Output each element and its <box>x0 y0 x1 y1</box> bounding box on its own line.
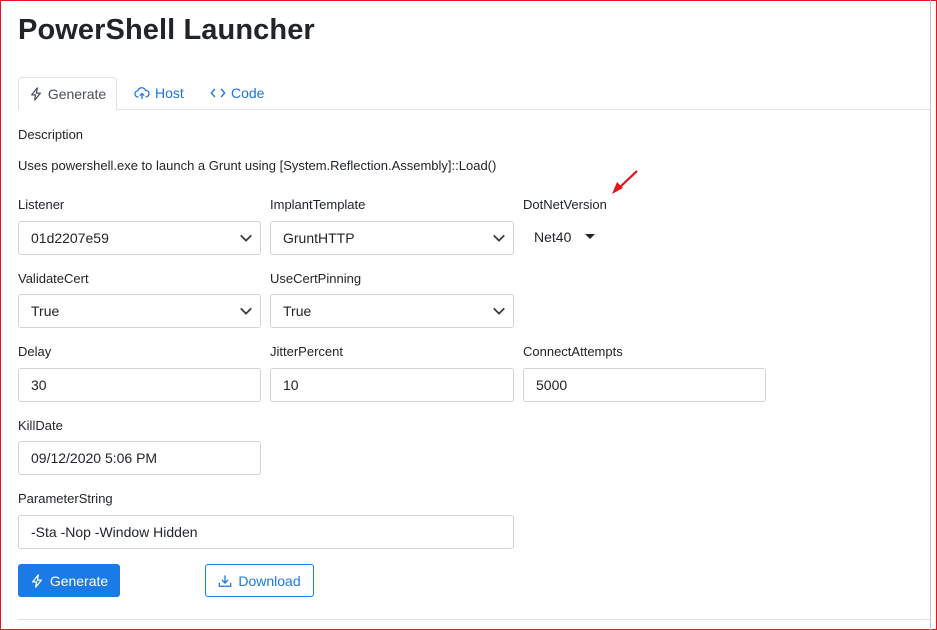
kill-date-label: KillDate <box>18 418 63 433</box>
connect-attempts-label: ConnectAttempts <box>523 344 623 359</box>
dotnet-version-label: DotNetVersion <box>523 197 607 212</box>
chevron-down-icon <box>493 234 505 242</box>
validate-cert-value: True <box>31 303 60 319</box>
delay-value: 30 <box>31 377 47 393</box>
cloud-upload-icon <box>134 87 150 100</box>
jitter-percent-value: 10 <box>283 377 299 393</box>
connect-attempts-value: 5000 <box>536 377 568 393</box>
jitter-percent-input[interactable]: 10 <box>270 368 514 402</box>
code-icon <box>210 88 226 98</box>
kill-date-value: 09/12/2020 5:06 PM <box>31 450 158 466</box>
red-arrow-annotation <box>612 170 638 194</box>
dotnet-version-value: Net40 <box>534 229 572 245</box>
tab-label: Code <box>231 85 265 101</box>
delay-label: Delay <box>18 344 52 359</box>
tabs-divider <box>18 109 930 110</box>
chevron-down-icon <box>240 234 252 242</box>
dotnet-version-dropdown[interactable]: Net40 <box>523 221 606 253</box>
connect-attempts-input[interactable]: 5000 <box>523 368 766 402</box>
download-button[interactable]: Download <box>205 564 314 597</box>
right-divider <box>930 0 931 630</box>
implant-template-select[interactable]: GruntHTTP <box>270 221 514 255</box>
tab-label: Generate <box>47 85 107 102</box>
implant-template-label: ImplantTemplate <box>270 197 366 212</box>
generate-button[interactable]: Generate <box>18 564 120 597</box>
chevron-down-icon <box>493 307 505 315</box>
parameter-string-value: -Sta -Nop -Window Hidden <box>31 524 198 540</box>
implant-template-value: GruntHTTP <box>283 230 355 246</box>
caret-down-icon <box>585 234 595 239</box>
delay-input[interactable]: 30 <box>18 368 261 402</box>
tab-host[interactable]: Host <box>134 77 184 109</box>
validate-cert-select[interactable]: True <box>18 294 261 328</box>
listener-value: 01d2207e59 <box>31 230 109 246</box>
validate-cert-label: ValidateCert <box>18 271 89 286</box>
tab-label: Host <box>155 85 184 101</box>
listener-select[interactable]: 01d2207e59 <box>18 221 261 255</box>
parameter-string-label: ParameterString <box>18 491 113 506</box>
description-label: Description <box>18 127 84 142</box>
description-text: Uses powershell.exe to launch a Grunt us… <box>18 158 497 173</box>
download-button-label: Download <box>238 572 301 589</box>
kill-date-input[interactable]: 09/12/2020 5:06 PM <box>18 441 261 475</box>
page-title: PowerShell Launcher <box>18 14 315 46</box>
listener-label: Listener <box>18 197 65 212</box>
lightning-icon <box>31 573 42 588</box>
jitter-percent-label: JitterPercent <box>270 344 343 359</box>
lightning-icon <box>30 86 41 101</box>
tab-code[interactable]: Code <box>210 77 264 109</box>
parameter-string-input[interactable]: -Sta -Nop -Window Hidden <box>18 515 514 549</box>
generate-button-label: Generate <box>49 572 109 589</box>
use-cert-pinning-select[interactable]: True <box>270 294 514 328</box>
bottom-divider <box>18 619 930 620</box>
download-icon <box>219 574 232 587</box>
tab-generate[interactable]: Generate <box>18 77 117 110</box>
use-cert-pinning-value: True <box>283 303 312 319</box>
chevron-down-icon <box>240 307 252 315</box>
use-cert-pinning-label: UseCertPinning <box>270 271 362 286</box>
